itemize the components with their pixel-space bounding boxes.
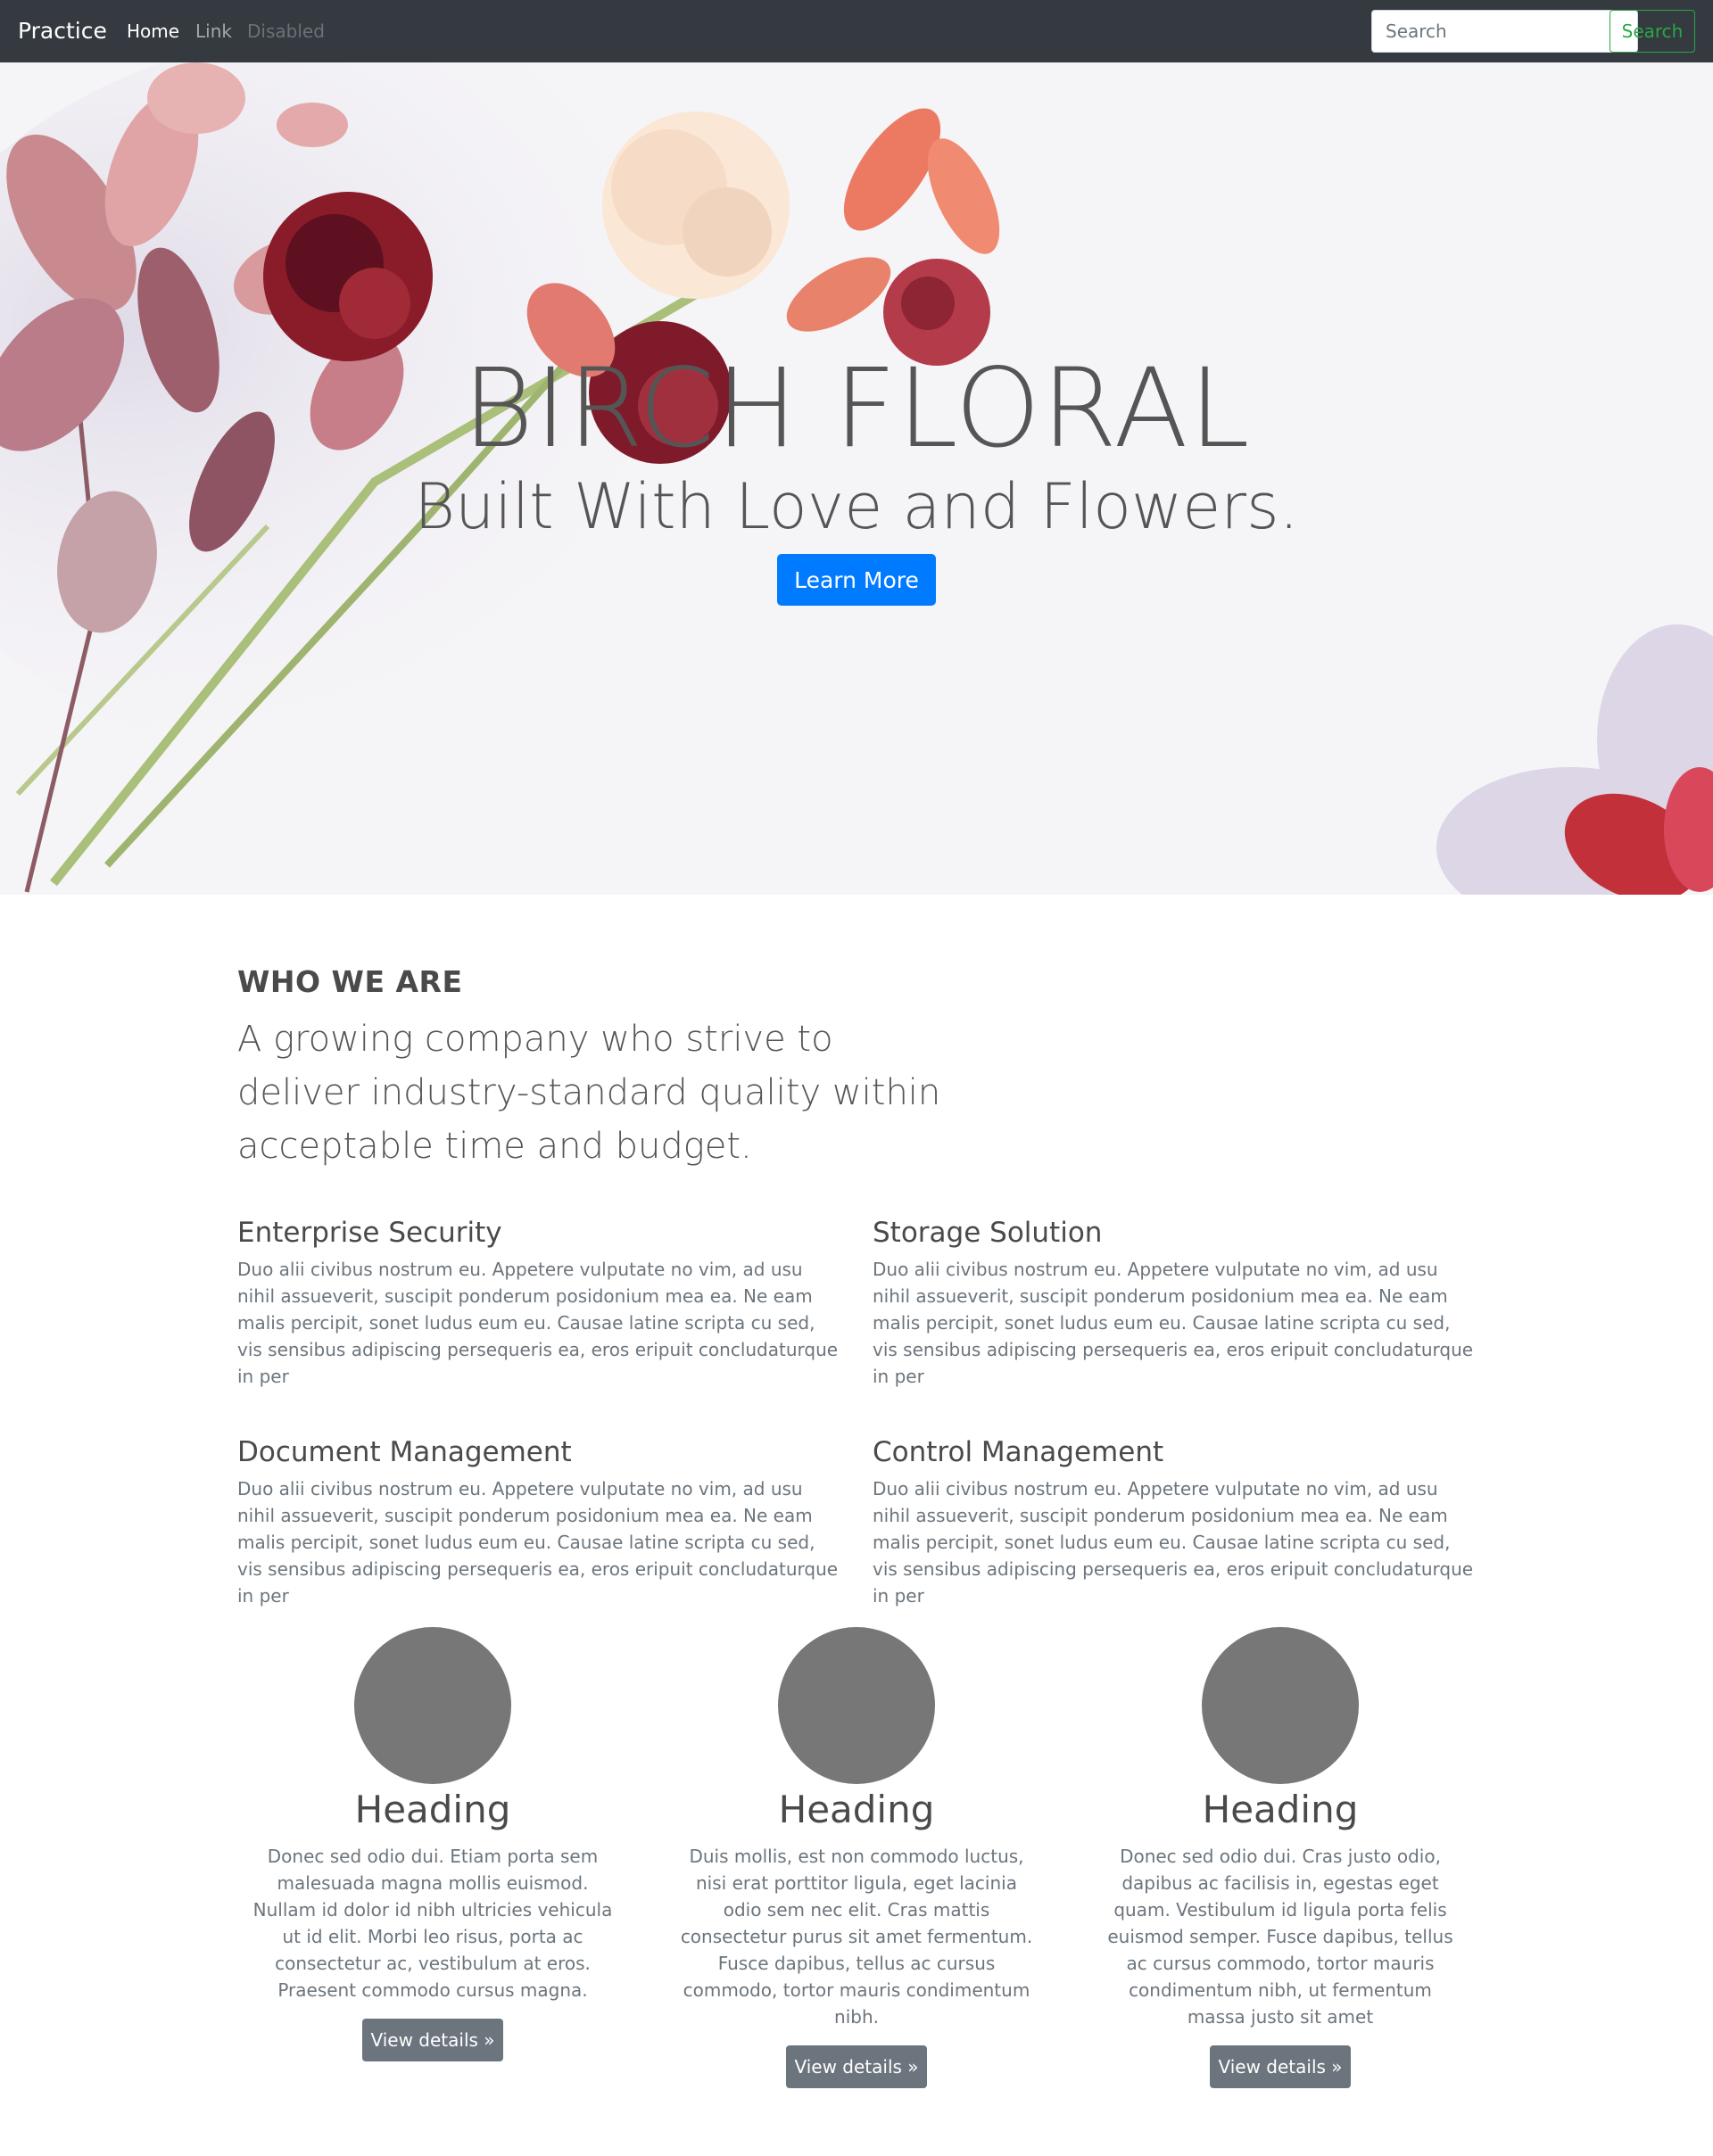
feature-enterprise-security: Enterprise Security Duo alii civibus nos… [237,1215,844,1390]
view-details-button[interactable]: View details » [1210,2045,1351,2088]
view-details-button[interactable]: View details » [786,2045,927,2088]
placeholder-circle-image [354,1627,511,1784]
hero-title: BIRCH FLORAL [462,345,1251,472]
feature-text: Duo alii civibus nostrum eu. Appetere vu… [237,1478,839,1607]
marketing-column: Heading Donec sed odio dui. Cras justo o… [1093,1627,1468,2088]
search-button[interactable]: Search [1610,10,1695,53]
feature-text: Duo alii civibus nostrum eu. Appetere vu… [873,1259,1474,1387]
view-details-button[interactable]: View details » [362,2019,503,2061]
nav-link-home[interactable]: Home [127,20,179,43]
feature-document-management: Document Management Duo alii civibus nos… [237,1434,844,1609]
search-input[interactable] [1371,10,1638,53]
nav-link-link[interactable]: Link [195,20,232,43]
column-text: Duis mollis, est non commodo luctus, nis… [680,1846,1033,2028]
feature-title: Enterprise Security [237,1217,502,1249]
navbar: Practice Home Link Disabled Search [0,0,1713,62]
feature-text: Duo alii civibus nostrum eu. Appetere vu… [873,1478,1474,1607]
column-heading: Heading [778,1788,935,1831]
column-text: Donec sed odio dui. Cras justo odio, dap… [1107,1846,1453,2028]
feature-title: Control Management [873,1436,1164,1468]
column-heading: Heading [354,1788,511,1831]
navbar-brand[interactable]: Practice [18,17,107,45]
section-label: WHO WE ARE [237,964,463,999]
feature-text: Duo alii civibus nostrum eu. Appetere vu… [237,1259,839,1387]
feature-storage-solution: Storage Solution Duo alii civibus nostru… [873,1215,1479,1390]
section-lead: A growing company who strive to deliver … [237,1019,941,1167]
column-text: Donec sed odio dui. Etiam porta sem male… [252,1846,613,2001]
placeholder-circle-image [1202,1627,1359,1784]
feature-control-management: Control Management Duo alii civibus nost… [873,1434,1479,1609]
feature-title: Document Management [237,1436,572,1468]
marketing-column: Heading Donec sed odio dui. Etiam porta … [245,1627,620,2061]
hero-subtitle: Built With Love and Flowers. [414,470,1299,543]
nav-link-disabled: Disabled [247,21,325,42]
marketing-column: Heading Duis mollis, est non commodo luc… [669,1627,1044,2088]
placeholder-circle-image [778,1627,935,1784]
hero-jumbotron: BIRCH FLORAL Built With Love and Flowers… [0,62,1713,895]
column-heading: Heading [1202,1788,1359,1831]
feature-title: Storage Solution [873,1217,1103,1249]
learn-more-button[interactable]: Learn More [777,554,936,606]
